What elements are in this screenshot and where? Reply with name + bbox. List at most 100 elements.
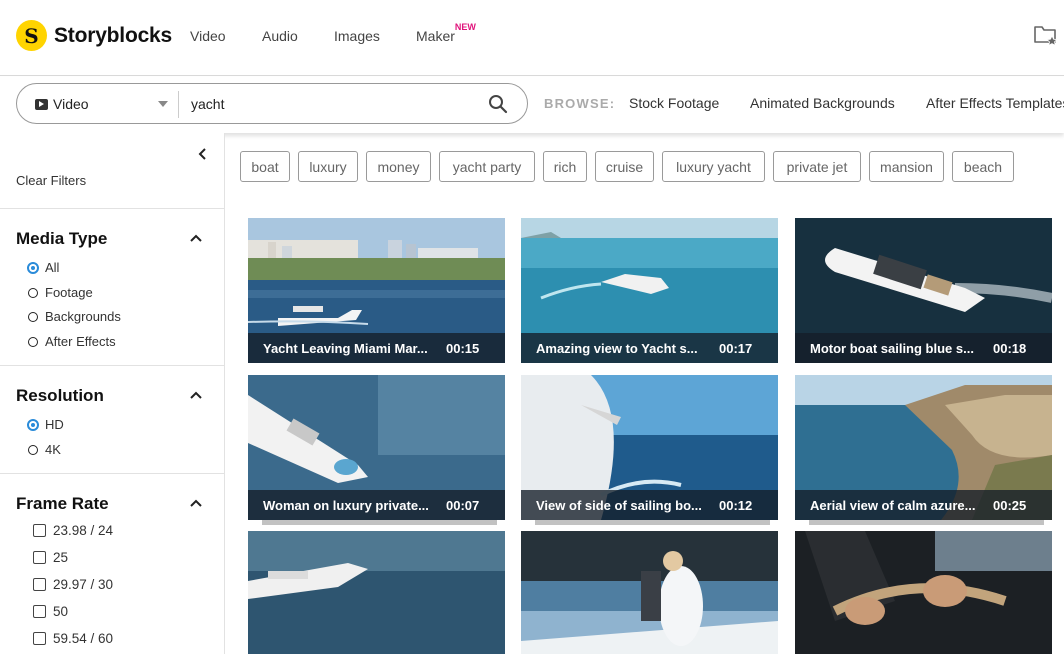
chevron-left-icon[interactable] bbox=[196, 147, 210, 161]
video-card[interactable]: Motor boat sailing blue s... 00:18 bbox=[795, 218, 1052, 363]
option-label: Footage bbox=[45, 285, 93, 300]
tag-private-jet[interactable]: private jet bbox=[773, 151, 861, 182]
tag-mansion[interactable]: mansion bbox=[869, 151, 944, 182]
video-card[interactable]: Yacht Leaving Miami Mar... 00:15 bbox=[248, 218, 505, 363]
checkbox bbox=[33, 524, 46, 537]
video-duration: 00:17 bbox=[719, 341, 753, 356]
video-info-bar: Woman on luxury private... 00:07 bbox=[248, 490, 505, 520]
nav-images[interactable]: Images bbox=[334, 28, 380, 44]
chevron-up-icon[interactable] bbox=[190, 391, 202, 399]
nav-maker[interactable]: Maker NEW bbox=[416, 22, 476, 44]
radio bbox=[28, 287, 38, 298]
top-navbar: S Storyblocks Video Audio Images Maker NE… bbox=[0, 0, 1064, 76]
resolution-hd[interactable]: HD bbox=[27, 417, 64, 432]
radio bbox=[28, 444, 38, 455]
option-label: Backgrounds bbox=[45, 309, 121, 324]
video-title: View of side of sailing bo... bbox=[536, 498, 702, 513]
radio bbox=[28, 336, 38, 347]
browse-stock-footage[interactable]: Stock Footage bbox=[629, 95, 719, 111]
video-info-bar: Yacht Leaving Miami Mar... 00:15 bbox=[248, 333, 505, 363]
option-label: 25 bbox=[53, 550, 69, 565]
tag-boat[interactable]: boat bbox=[240, 151, 290, 182]
video-card[interactable]: View of side of sailing bo... 00:12 bbox=[521, 375, 778, 520]
media-type-backgrounds[interactable]: Backgrounds bbox=[28, 309, 121, 324]
option-label: 59.54 / 60 bbox=[53, 631, 114, 646]
logo-mark: S bbox=[16, 20, 47, 51]
search-row: Video BROWSE: Stock Footage Animated Bac… bbox=[0, 77, 1064, 133]
tag-money[interactable]: money bbox=[366, 151, 431, 182]
video-title: Yacht Leaving Miami Mar... bbox=[263, 341, 428, 356]
storyblocks-logo[interactable]: S Storyblocks bbox=[16, 20, 172, 51]
video-title: Motor boat sailing blue s... bbox=[810, 341, 974, 356]
chevron-down-icon[interactable] bbox=[158, 101, 168, 107]
video-info-bar: View of side of sailing bo... 00:12 bbox=[521, 490, 778, 520]
video-title: Amazing view to Yacht s... bbox=[536, 341, 698, 356]
option-label: 50 bbox=[53, 604, 69, 619]
video-card[interactable] bbox=[795, 531, 1052, 654]
media-type-footage[interactable]: Footage bbox=[28, 285, 93, 300]
video-card[interactable]: Woman on luxury private... 00:07 bbox=[248, 375, 505, 520]
resolution-4k[interactable]: 4K bbox=[28, 442, 61, 457]
video-thumbnail bbox=[521, 531, 778, 654]
divider bbox=[0, 473, 225, 474]
divider bbox=[0, 365, 225, 366]
video-info-bar: Motor boat sailing blue s... 00:18 bbox=[795, 333, 1052, 363]
frame-rate-heading[interactable]: Frame Rate bbox=[16, 494, 109, 514]
tag-rich[interactable]: rich bbox=[543, 151, 587, 182]
video-duration: 00:18 bbox=[993, 341, 1027, 356]
nav-audio[interactable]: Audio bbox=[262, 28, 298, 44]
frame-rate-30[interactable]: 29.97 / 30 bbox=[33, 577, 113, 592]
tag-luxury-yacht[interactable]: luxury yacht bbox=[662, 151, 765, 182]
media-type-after-effects[interactable]: After Effects bbox=[28, 334, 116, 349]
option-label: After Effects bbox=[45, 334, 116, 349]
video-card[interactable]: Aerial view of calm azure... 00:25 bbox=[795, 375, 1052, 520]
video-thumbnail bbox=[795, 531, 1052, 654]
video-duration: 00:07 bbox=[446, 498, 480, 513]
browse-after-effects-templates[interactable]: After Effects Templates bbox=[926, 95, 1064, 111]
frame-rate-50[interactable]: 50 bbox=[33, 604, 68, 619]
browse-animated-backgrounds[interactable]: Animated Backgrounds bbox=[750, 95, 895, 111]
video-card[interactable] bbox=[248, 531, 505, 654]
video-card[interactable] bbox=[521, 531, 778, 654]
search-box: Video bbox=[16, 83, 528, 124]
video-duration: 00:25 bbox=[993, 498, 1027, 513]
video-info-bar: Amazing view to Yacht s... 00:17 bbox=[521, 333, 778, 363]
media-type-select[interactable]: Video bbox=[35, 96, 89, 112]
video-title: Woman on luxury private... bbox=[263, 498, 429, 513]
tag-beach[interactable]: beach bbox=[952, 151, 1014, 182]
option-label: 29.97 / 30 bbox=[53, 577, 114, 592]
option-label: HD bbox=[45, 417, 64, 432]
chevron-up-icon[interactable] bbox=[190, 499, 202, 507]
nav-video[interactable]: Video bbox=[190, 28, 226, 44]
search-input[interactable] bbox=[191, 96, 481, 112]
media-type-heading[interactable]: Media Type bbox=[16, 229, 107, 249]
tag-luxury[interactable]: luxury bbox=[298, 151, 358, 182]
chevron-up-icon[interactable] bbox=[190, 234, 202, 242]
frame-rate-25[interactable]: 25 bbox=[33, 550, 68, 565]
frame-rate-60[interactable]: 59.54 / 60 bbox=[33, 631, 113, 646]
divider bbox=[0, 208, 225, 209]
search-icon[interactable] bbox=[488, 94, 508, 114]
nav-maker-label: Maker bbox=[416, 28, 455, 44]
clear-filters-link[interactable]: Clear Filters bbox=[16, 173, 86, 188]
resolution-heading[interactable]: Resolution bbox=[16, 386, 104, 406]
checkbox bbox=[33, 578, 46, 591]
video-thumbnail bbox=[248, 531, 505, 654]
logo-text: Storyblocks bbox=[54, 23, 173, 47]
folder-star-icon[interactable] bbox=[1033, 22, 1059, 48]
browse-label: BROWSE: bbox=[544, 96, 616, 111]
frame-rate-24[interactable]: 23.98 / 24 bbox=[33, 523, 113, 538]
video-title: Aerial view of calm azure... bbox=[810, 498, 976, 513]
radio-selected bbox=[27, 261, 39, 274]
checkbox bbox=[33, 551, 46, 564]
divider bbox=[178, 91, 179, 118]
video-card[interactable]: Amazing view to Yacht s... 00:17 bbox=[521, 218, 778, 363]
media-type-value: Video bbox=[53, 96, 89, 112]
media-type-all[interactable]: All bbox=[27, 260, 60, 275]
tag-cruise[interactable]: cruise bbox=[595, 151, 654, 182]
radio-selected bbox=[27, 418, 39, 431]
option-label: All bbox=[45, 260, 60, 275]
tag-yacht-party[interactable]: yacht party bbox=[439, 151, 535, 182]
radio bbox=[28, 311, 38, 322]
option-label: 4K bbox=[45, 442, 61, 457]
